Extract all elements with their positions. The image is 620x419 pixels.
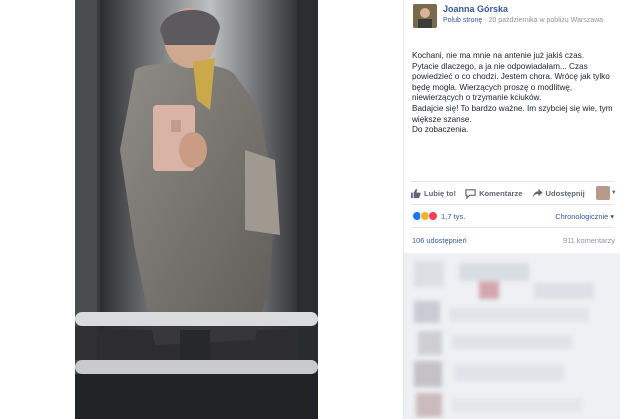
comment-button[interactable]: Komentarze — [465, 188, 523, 199]
photo-viewer — [0, 0, 403, 419]
author-avatar[interactable] — [413, 4, 437, 28]
comments-area-pixelated — [404, 253, 620, 419]
post-line: Pytacie dlaczego, a ja nie odpowiadałam.… — [412, 61, 610, 103]
follow-page-link[interactable]: Polub stronę — [443, 17, 482, 24]
share-label: Udostępnij — [545, 188, 585, 198]
share-as-avatar[interactable] — [595, 186, 610, 200]
author-name[interactable]: Joanna Górska — [443, 4, 508, 14]
comment-order-dropdown[interactable]: Chronologicznie ▾ — [555, 212, 614, 221]
reactions-summary[interactable]: 1,7 tys. — [412, 211, 465, 221]
avatar-image — [413, 4, 437, 28]
share-button[interactable]: Udostępnij — [532, 188, 585, 199]
divider — [411, 227, 614, 228]
post-side-panel: Joanna Górska Polub stronę · 20 paździer… — [403, 0, 620, 419]
photo-illustration — [75, 0, 318, 419]
comments-count: 911 komentarzy — [562, 236, 615, 245]
shares-count[interactable]: 106 udostępnień — [412, 236, 467, 245]
post-line: Kochani, nie ma mnie na antenie już jaki… — [412, 51, 585, 60]
post-line: Badajcie się! To bardzo ważne. Im szybci… — [412, 103, 613, 124]
love-reaction-icon — [428, 211, 438, 221]
post-line: Do zobaczenia. — [412, 125, 469, 135]
like-button[interactable]: Lubię to! — [410, 188, 456, 199]
action-bar: Lubię to! Komentarze Udostępnij ▼ — [410, 184, 620, 202]
reactions-count: 1,7 tys. — [441, 211, 466, 221]
caret-down-icon[interactable]: ▼ — [611, 190, 617, 196]
like-label: Lubię to! — [424, 188, 457, 198]
divider — [411, 204, 614, 205]
post-meta: Polub stronę · 20 października w pobliżu… — [443, 17, 603, 24]
post-text: Kochani, nie ma mnie na antenie już jaki… — [412, 51, 617, 136]
divider — [411, 181, 614, 182]
post-meta-text: · 20 października w pobliżu Warszawa — [482, 17, 604, 24]
share-icon — [532, 188, 543, 198]
post-photo[interactable] — [75, 0, 318, 419]
comment-icon — [465, 188, 476, 199]
post-stats: 106 udostępnień 911 komentarzy — [412, 236, 615, 245]
thumbs-up-icon — [410, 188, 421, 198]
comment-label: Komentarze — [479, 188, 523, 198]
